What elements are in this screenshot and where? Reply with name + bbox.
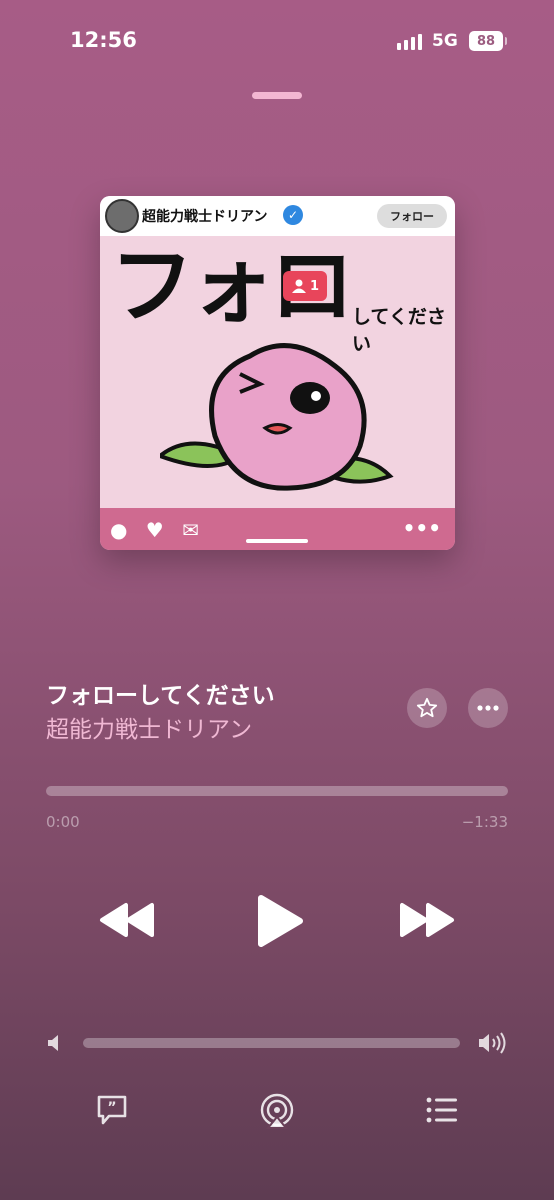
battery-icon: 88 [469,31,503,51]
more-options-button[interactable] [468,688,508,728]
lyrics-icon[interactable]: ” [95,1093,129,1127]
network-type: 5G [432,31,458,51]
battery-tip [505,37,507,45]
rewind-button[interactable] [98,902,156,938]
artwork-ellipsis-icon: ••• [402,516,441,540]
queue-icon[interactable] [426,1097,458,1123]
status-bar: 12:56 5G 88 [0,0,554,80]
volume-high-icon [479,1032,506,1054]
status-time: 12:56 [70,28,137,52]
artwork-action-icons: ● ♥ ✉ [110,518,205,542]
artwork-follow-label: フォロー [377,204,447,228]
cellular-signal-icon [397,32,422,50]
remaining-time: −1:33 [461,813,508,831]
peach-character-illustration [160,343,394,491]
play-button[interactable] [256,894,304,948]
song-artist[interactable]: 超能力戦士ドリアン [46,710,252,744]
artwork-avatar [105,199,139,233]
svg-text:”: ” [107,1100,116,1116]
artwork-footer: ● ♥ ✉ ••• [100,508,455,550]
person-icon [291,279,306,293]
song-title: フォローしてください [46,683,275,709]
volume-slider[interactable] [83,1038,460,1048]
verified-badge-icon: ✓ [283,205,303,225]
forward-button[interactable] [398,902,456,938]
sheet-grabber[interactable] [252,92,302,99]
artwork-header: 超能力戦士ドリアン ✓ フォロー [100,196,455,236]
airplay-icon[interactable] [258,1093,296,1129]
ellipsis-icon [477,705,499,711]
elapsed-time: 0:00 [46,813,80,831]
artwork-artist-label: 超能力戦士ドリアン [142,209,268,225]
follower-notification-icon: 1 [283,271,327,301]
volume-low-icon [48,1035,58,1051]
playback-progress-slider[interactable] [46,786,508,796]
artwork-bar [246,539,308,543]
notification-count: 1 [309,278,320,294]
album-artwork: 超能力戦士ドリアン ✓ フォロー フォロ 1 してください ● ♥ ✉ ••• [100,196,455,550]
star-icon [416,697,438,718]
favorite-button[interactable] [407,688,447,728]
